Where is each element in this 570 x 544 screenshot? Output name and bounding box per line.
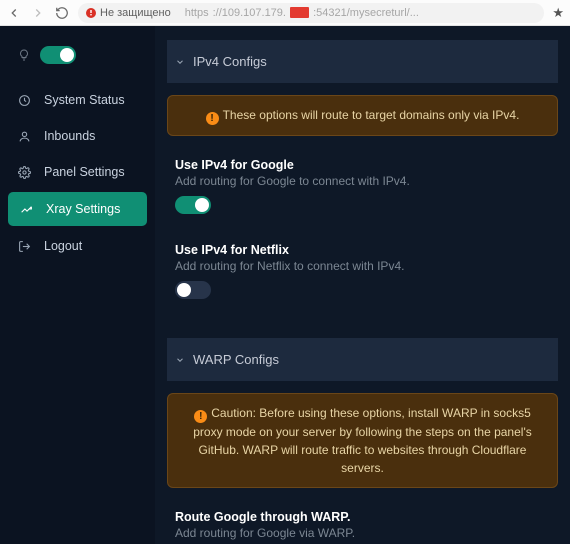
toggle-ipv4-netflix[interactable] (175, 281, 211, 299)
option-title: Use IPv4 for Google (167, 154, 558, 174)
dashboard-icon (18, 94, 32, 107)
user-icon (18, 130, 32, 143)
warning-icon: ! (206, 112, 219, 125)
option-desc: Add routing for Google to connect with I… (167, 174, 558, 196)
url-redacted: 00 (290, 7, 309, 18)
sidebar-item-label: System Status (44, 93, 125, 107)
warning-icon: ! (194, 410, 207, 423)
option-desc: Add routing for Google via WARP. (167, 526, 558, 544)
bookmark-star-icon[interactable]: ★ (552, 5, 564, 21)
url-host: ://109.107.179. (213, 7, 286, 19)
browser-chrome: Не защищено https ://109.107.179. 00 :54… (0, 0, 570, 26)
gear-icon (18, 166, 32, 179)
alert-text: These options will route to target domai… (223, 108, 520, 122)
sidebar-item-label: Logout (44, 239, 82, 253)
sidebar: System Status Inbounds Panel Settings Xr… (0, 26, 155, 544)
option-desc: Add routing for Netflix to connect with … (167, 259, 558, 281)
logout-icon (18, 240, 32, 253)
sidebar-item-status[interactable]: System Status (0, 82, 155, 118)
option-title: Route Google through WARP. (167, 506, 558, 526)
theme-toggle[interactable] (40, 46, 76, 64)
url-scheme: https (185, 7, 209, 19)
url-suffix: :54321/mysecreturl/... (313, 7, 419, 19)
not-secure-icon (86, 8, 96, 18)
alert-warp: !Caution: Before using these options, in… (167, 393, 558, 488)
back-button[interactable] (6, 5, 22, 21)
chevron-down-icon (175, 57, 185, 67)
reload-button[interactable] (54, 5, 70, 21)
section-header-warp[interactable]: WARP Configs (167, 338, 558, 381)
lightbulb-icon (18, 48, 30, 62)
alert-text: Caution: Before using these options, ins… (193, 406, 531, 475)
sidebar-item-xray[interactable]: Xray Settings (8, 192, 147, 226)
section-header-ipv4[interactable]: IPv4 Configs (167, 40, 558, 83)
sidebar-item-inbounds[interactable]: Inbounds (0, 118, 155, 154)
address-bar[interactable]: Не защищено https ://109.107.179. 00 :54… (78, 3, 544, 23)
section-title: IPv4 Configs (193, 54, 267, 69)
section-title: WARP Configs (193, 352, 279, 367)
chevron-down-icon (175, 355, 185, 365)
sidebar-item-label: Xray Settings (46, 202, 120, 216)
option-title: Use IPv4 for Netflix (167, 239, 558, 259)
toggle-ipv4-google[interactable] (175, 196, 211, 214)
alert-ipv4: ! These options will route to target doma… (167, 95, 558, 136)
sidebar-item-logout[interactable]: Logout (0, 228, 155, 264)
forward-button[interactable] (30, 5, 46, 21)
main-content: IPv4 Configs ! These options will route t… (155, 26, 570, 544)
sidebar-item-label: Panel Settings (44, 165, 125, 179)
not-secure-label: Не защищено (100, 7, 171, 19)
xray-icon (20, 203, 34, 216)
sidebar-item-panel[interactable]: Panel Settings (0, 154, 155, 190)
sidebar-item-label: Inbounds (44, 129, 95, 143)
